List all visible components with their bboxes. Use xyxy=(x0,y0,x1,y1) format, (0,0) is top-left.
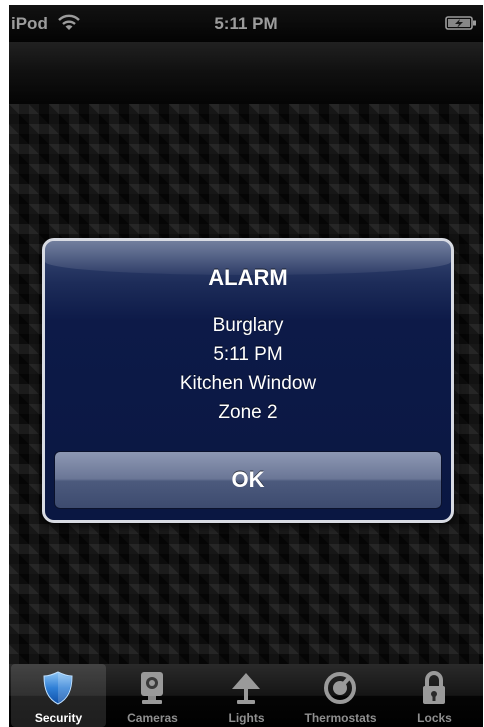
tab-label-cameras: Cameras xyxy=(127,711,178,725)
camera-icon xyxy=(141,672,163,704)
tab-thermostats[interactable]: Thermostats xyxy=(293,664,388,727)
tab-lights[interactable]: Lights xyxy=(199,664,294,727)
device-screen: iPod 5:11 PM ALARM Burglary 5:11 PM Kitc… xyxy=(9,5,483,727)
alert-line-time: 5:11 PM xyxy=(213,344,283,365)
ok-button[interactable]: OK xyxy=(54,451,442,509)
shield-icon xyxy=(43,671,73,705)
alert-message: Burglary 5:11 PM Kitchen Window Zone 2 xyxy=(45,311,451,427)
alarm-alert-dialog: ALARM Burglary 5:11 PM Kitchen Window Zo… xyxy=(42,238,454,523)
thermostat-dial-icon xyxy=(324,672,356,704)
tab-cameras[interactable]: Cameras xyxy=(105,664,200,727)
alert-line-location: Kitchen Window xyxy=(179,373,317,394)
tab-security[interactable]: Security xyxy=(11,664,106,727)
tab-label-locks: Locks xyxy=(417,711,452,725)
lamp-icon xyxy=(232,673,260,704)
alert-title: ALARM xyxy=(208,265,288,290)
tab-locks[interactable]: Locks xyxy=(387,664,482,727)
tab-label-lights: Lights xyxy=(228,711,265,725)
tab-label-security: Security xyxy=(34,711,83,725)
tab-label-thermostats: Thermostats xyxy=(304,711,377,725)
alert-line-type: Burglary xyxy=(212,315,284,336)
alert-line-zone: Zone 2 xyxy=(218,402,278,423)
tab-bar: Security Cameras Lights Thermostats Lock… xyxy=(9,664,483,727)
lock-icon xyxy=(423,671,445,704)
